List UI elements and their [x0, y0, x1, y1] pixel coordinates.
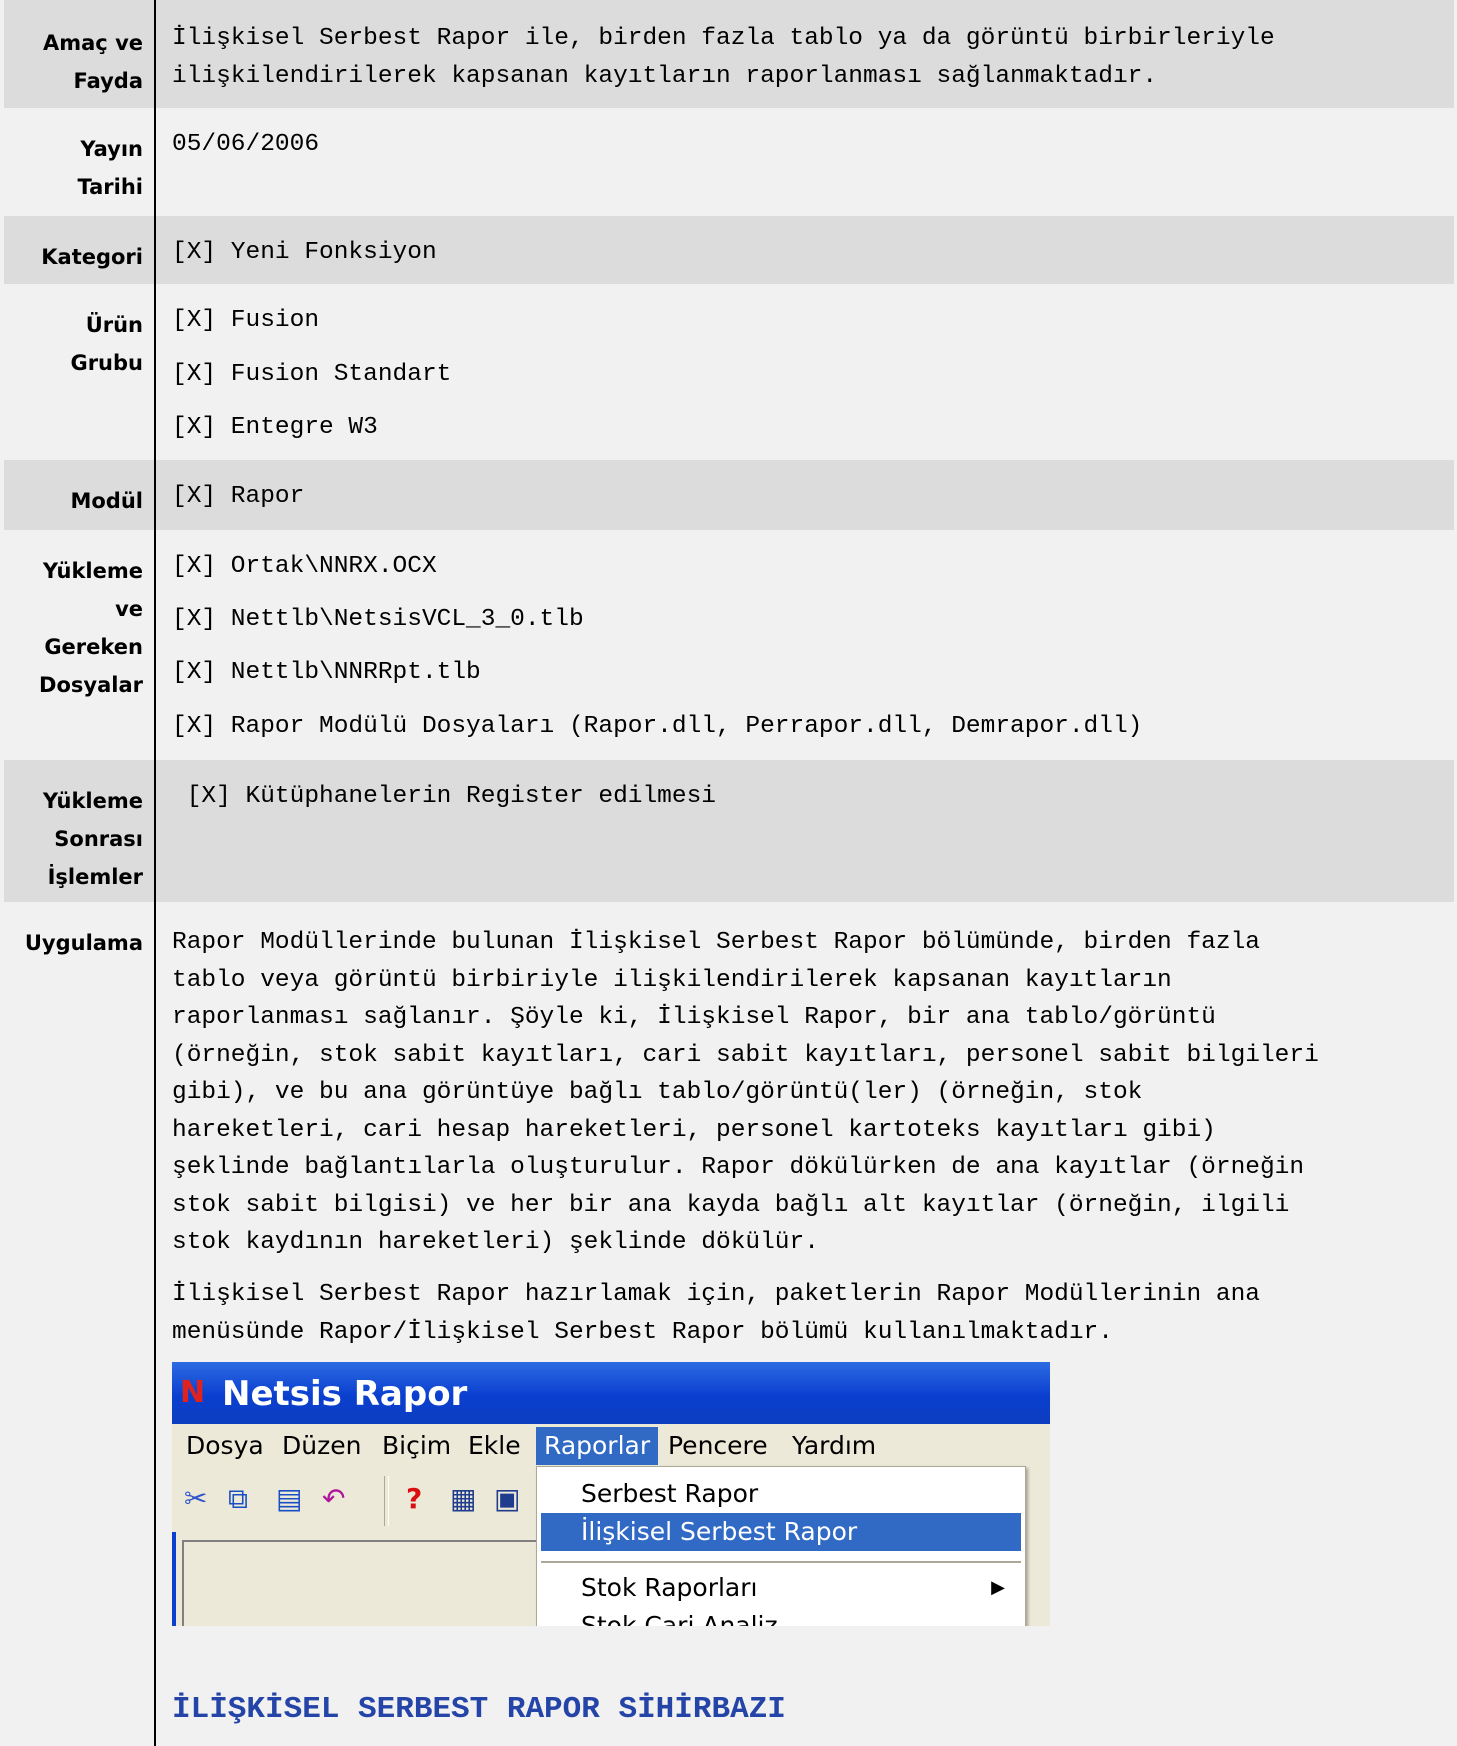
cut-icon[interactable]: ✂ — [184, 1482, 207, 1516]
toolbar-separator — [384, 1476, 389, 1526]
menu-dosya[interactable]: Dosya — [186, 1430, 264, 1462]
grid-icon[interactable]: ▣ — [494, 1482, 520, 1516]
amac-fayda-text: İlişkisel Serbest Rapor ile, birden fazl… — [172, 25, 1275, 90]
modul-value: [X] Rapor — [172, 483, 305, 510]
help-icon[interactable]: ? — [406, 1482, 422, 1516]
modul-label: Modül — [70, 489, 143, 513]
urun-item: [X] Fusion — [172, 307, 320, 334]
yukleme-dosyalar-label: Yükleme ve Gereken Dosyalar — [39, 559, 143, 697]
kategori-label: Kategori — [41, 245, 143, 269]
row-yukleme-sonrasi: Yükleme Sonrası İşlemler [X] Kütüphaneleri… — [4, 760, 1454, 902]
window-title: Netsis Rapor — [222, 1374, 468, 1414]
row-yayin-tarihi: Yayın Tarihi 05/06/2006 — [4, 108, 1454, 216]
row-yukleme-dosyalar: Yükleme ve Gereken Dosyalar [X] Ortak\NNRX… — [4, 530, 1454, 760]
menu-yardim[interactable]: Yardım — [792, 1430, 876, 1462]
dosya-item: [X] Ortak\NNRX.OCX — [172, 553, 437, 580]
dosya-item: [X] Nettlb\NNRRpt.tlb — [172, 659, 481, 686]
dosya-item: [X] Nettlb\NetsisVCL_3_0.tlb — [172, 606, 584, 633]
menu-bicim[interactable]: Biçim — [382, 1430, 451, 1462]
urun-item: [X] Entegre W3 — [172, 414, 378, 441]
section-heading: İLİŞKİSEL SERBEST RAPOR SİHİRBAZI — [172, 1692, 786, 1727]
menu-item-serbest-rapor[interactable]: Serbest Rapor — [537, 1475, 1025, 1513]
menu-separator — [541, 1561, 1021, 1563]
row-amac-fayda: Amaç ve Fayda İlişkisel Serbest Rapor ile… — [4, 0, 1454, 108]
menu-ekle[interactable]: Ekle — [468, 1430, 521, 1462]
child-window — [182, 1540, 584, 1626]
row-modul: Modül [X] Rapor — [4, 460, 1454, 530]
row-urun-grubu: Ürün Grubu [X] Fusion [X] Fusion Standart… — [4, 284, 1454, 460]
menu-item-iliskisel-serbest-rapor[interactable]: İlişkisel Serbest Rapor — [541, 1513, 1021, 1551]
urun-grubu-label: Ürün Grubu — [70, 313, 143, 375]
yayin-tarihi-value: 05/06/2006 — [172, 131, 320, 158]
copy-icon[interactable]: ⧉ — [228, 1482, 248, 1516]
urun-item: [X] Fusion Standart — [172, 361, 452, 388]
uygulama-label: Uygulama — [24, 931, 143, 955]
paste-icon[interactable]: ▤ — [276, 1482, 302, 1516]
row-kategori: Kategori [X] Yeni Fonksiyon — [4, 216, 1454, 284]
raporlar-dropdown: Serbest Rapor İlişkisel Serbest Rapor St… — [536, 1466, 1026, 1626]
yayin-tarihi-label: Yayın Tarihi — [77, 137, 144, 199]
netsis-logo-icon: N — [180, 1375, 205, 1410]
menu-item-stok-cari-analiz[interactable]: Stok Cari Analiz — [537, 1607, 1025, 1626]
uygulama-paragraph-1: Rapor Modüllerinde bulunan İlişkisel Ser… — [172, 929, 1319, 1256]
yukleme-sonrasi-label: Yükleme Sonrası İşlemler — [42, 789, 143, 889]
kategori-value: [X] Yeni Fonksiyon — [172, 239, 437, 266]
menu-bar: Dosya Düzen Biçim Ekle Raporlar Pencere … — [172, 1424, 1050, 1466]
column-divider — [154, 0, 156, 1746]
submenu-arrow-icon: ▶ — [991, 1577, 1005, 1598]
menu-item-stok-raporlari[interactable]: Stok Raporları ▶ — [537, 1569, 1025, 1607]
netsis-rapor-screenshot: N Netsis Rapor Dosya Düzen Biçim Ekle Ra… — [172, 1362, 1050, 1626]
yukleme-sonrasi-value: [X] Kütüphanelerin Register edilmesi — [172, 783, 716, 810]
menu-pencere[interactable]: Pencere — [668, 1430, 768, 1462]
menu-raporlar[interactable]: Raporlar — [536, 1427, 659, 1465]
document-page: Amaç ve Fayda İlişkisel Serbest Rapor ile… — [4, 0, 1454, 1746]
menu-duzen[interactable]: Düzen — [282, 1430, 361, 1462]
undo-icon[interactable]: ↶ — [322, 1482, 345, 1516]
uygulama-paragraph-2: İlişkisel Serbest Rapor hazırlamak için,… — [172, 1281, 1260, 1346]
window-titlebar: N Netsis Rapor — [172, 1362, 1050, 1424]
dosya-item: [X] Rapor Modülü Dosyaları (Rapor.dll, P… — [172, 713, 1143, 740]
amac-fayda-label: Amaç ve Fayda — [43, 31, 143, 93]
calculator-icon[interactable]: ▦ — [450, 1482, 476, 1516]
